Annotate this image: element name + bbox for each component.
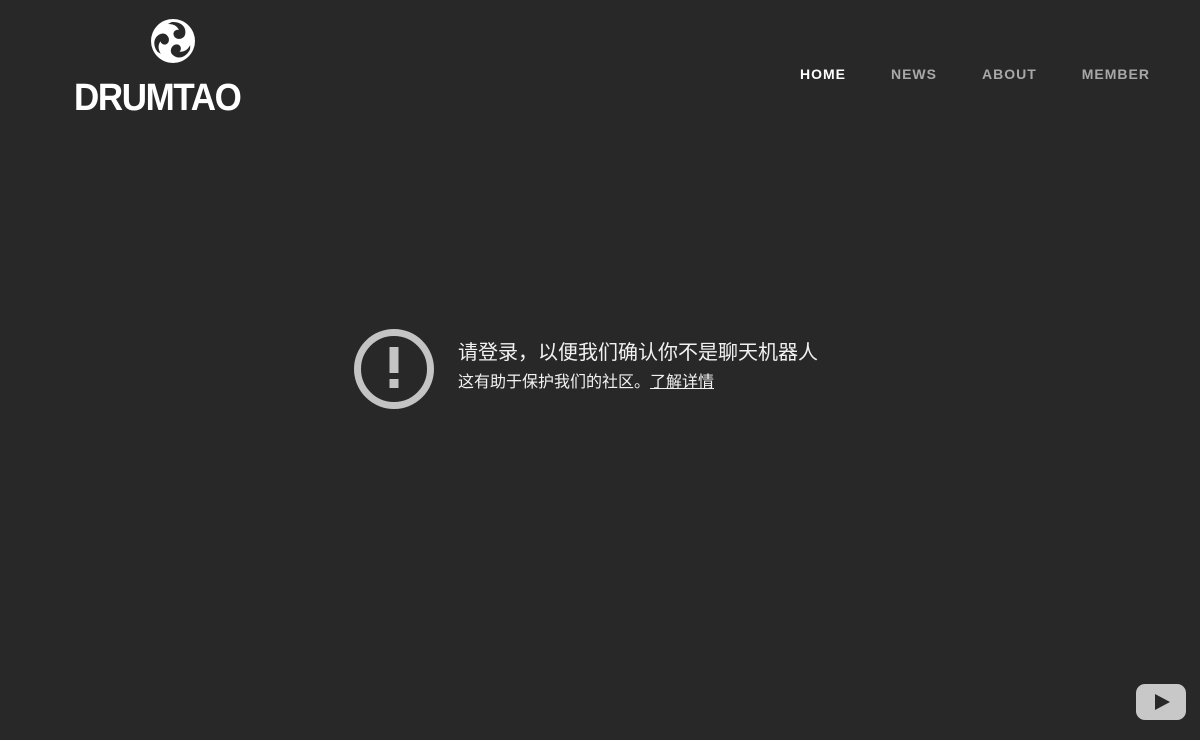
message-text: 请登录，以便我们确认你不是聊天机器人 这有助于保护我们的社区。了解详情 [458,338,818,394]
logo-wordmark: DRUMTAO [74,77,242,119]
site-logo[interactable]: DRUMTAO [74,18,278,118]
message-subtitle-text: 这有助于保护我们的社区。 [458,372,651,391]
tomoe-icon [151,19,195,63]
youtube-play-icon[interactable] [1136,684,1186,720]
message-subtitle: 这有助于保护我们的社区。了解详情 [458,370,818,394]
message-title: 请登录，以便我们确认你不是聊天机器人 [458,340,818,364]
main-nav: HOME NEWS ABOUT MEMBER [755,66,1150,82]
alert-circle-icon [354,329,434,409]
page: DRUMTAO HOME NEWS ABOUT MEMBER 请登录，以便我们确… [0,0,1200,740]
login-required-message: 请登录，以便我们确认你不是聊天机器人 这有助于保护我们的社区。了解详情 [353,328,818,410]
learn-more-link[interactable]: 了解详情 [650,372,714,391]
nav-item-news[interactable]: NEWS [891,66,937,82]
nav-item-about[interactable]: ABOUT [982,66,1037,82]
nav-item-member[interactable]: MEMBER [1082,66,1150,82]
nav-item-home[interactable]: HOME [800,66,846,82]
